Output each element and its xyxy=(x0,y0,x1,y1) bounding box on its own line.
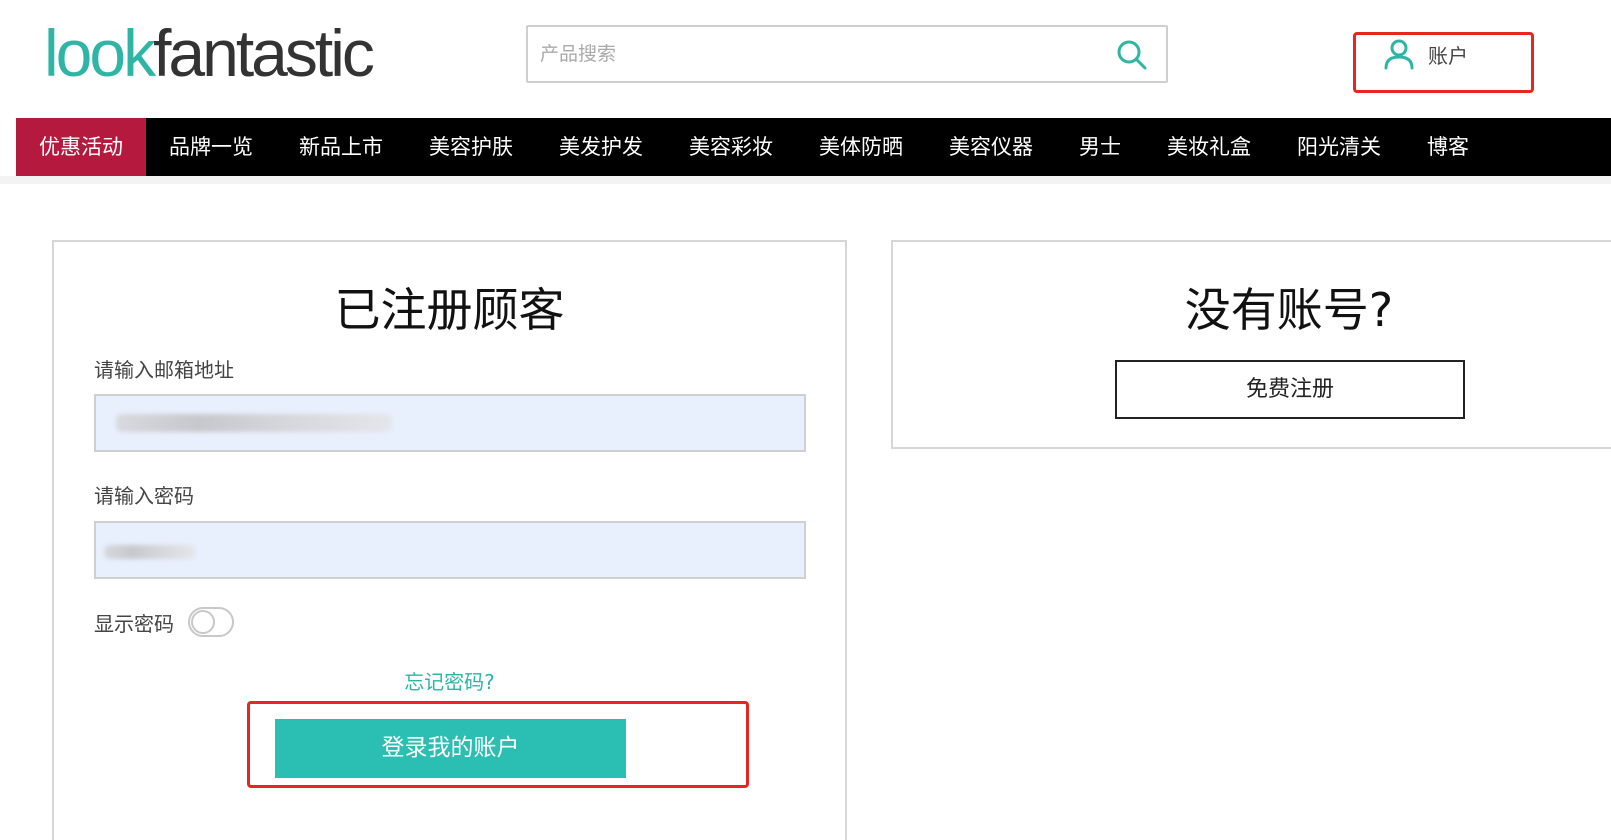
nav-item-body-sun[interactable]: 美体防晒 xyxy=(796,118,926,176)
password-label: 请输入密码 xyxy=(94,484,194,508)
redacted-email xyxy=(116,414,392,432)
toggle-knob xyxy=(191,610,215,634)
user-icon xyxy=(1384,39,1414,70)
search-box xyxy=(526,25,1168,83)
nav-item-new[interactable]: 新品上市 xyxy=(276,118,406,176)
login-submit-button[interactable]: 登录我的账户 xyxy=(275,719,626,778)
main-nav: 优惠活动 品牌一览 新品上市 美容护肤 美发护发 美容彩妆 美体防晒 美容仪器 … xyxy=(16,118,1611,176)
login-title: 已注册顾客 xyxy=(334,283,565,337)
nav-item-skincare[interactable]: 美容护肤 xyxy=(406,118,536,176)
nav-item-makeup[interactable]: 美容彩妆 xyxy=(666,118,796,176)
search-icon[interactable] xyxy=(1116,39,1148,71)
redacted-password xyxy=(104,545,196,559)
logo-look: look xyxy=(44,16,156,90)
email-label: 请输入邮箱地址 xyxy=(94,358,234,382)
register-panel: 没有账号? 免费注册 xyxy=(891,240,1611,449)
nav-item-customs[interactable]: 阳光清关 xyxy=(1274,118,1404,176)
nav-item-devices[interactable]: 美容仪器 xyxy=(926,118,1056,176)
nav-item-haircare[interactable]: 美发护发 xyxy=(536,118,666,176)
forgot-password-link[interactable]: 忘记密码? xyxy=(54,666,845,695)
account-link[interactable]: 账户 xyxy=(1384,36,1468,72)
search-input[interactable] xyxy=(540,27,1110,81)
show-password-label: 显示密码 xyxy=(94,611,174,636)
nav-divider xyxy=(0,176,1611,184)
nav-item-men[interactable]: 男士 xyxy=(1056,118,1144,176)
email-field[interactable] xyxy=(94,394,806,452)
register-title: 没有账号? xyxy=(1184,283,1394,337)
nav-item-promotions[interactable]: 优惠活动 xyxy=(16,118,146,176)
logo-fantastic: fantastic xyxy=(153,16,375,90)
account-label: 账户 xyxy=(1428,43,1468,68)
show-password-toggle[interactable] xyxy=(188,607,234,637)
site-header: lookfantastic 账户 xyxy=(0,0,1611,118)
register-button[interactable]: 免费注册 xyxy=(1115,360,1465,419)
lookfantastic-logo[interactable]: lookfantastic xyxy=(44,16,375,90)
nav-item-gift-sets[interactable]: 美妆礼盒 xyxy=(1144,118,1274,176)
show-password-row: 显示密码 xyxy=(94,607,234,637)
password-field[interactable] xyxy=(94,521,806,579)
login-panel: 已注册顾客 请输入邮箱地址 请输入密码 显示密码 忘记密码? 登录我的账户 xyxy=(52,240,847,840)
nav-item-blog[interactable]: 博客 xyxy=(1404,118,1492,176)
nav-item-brands[interactable]: 品牌一览 xyxy=(146,118,276,176)
